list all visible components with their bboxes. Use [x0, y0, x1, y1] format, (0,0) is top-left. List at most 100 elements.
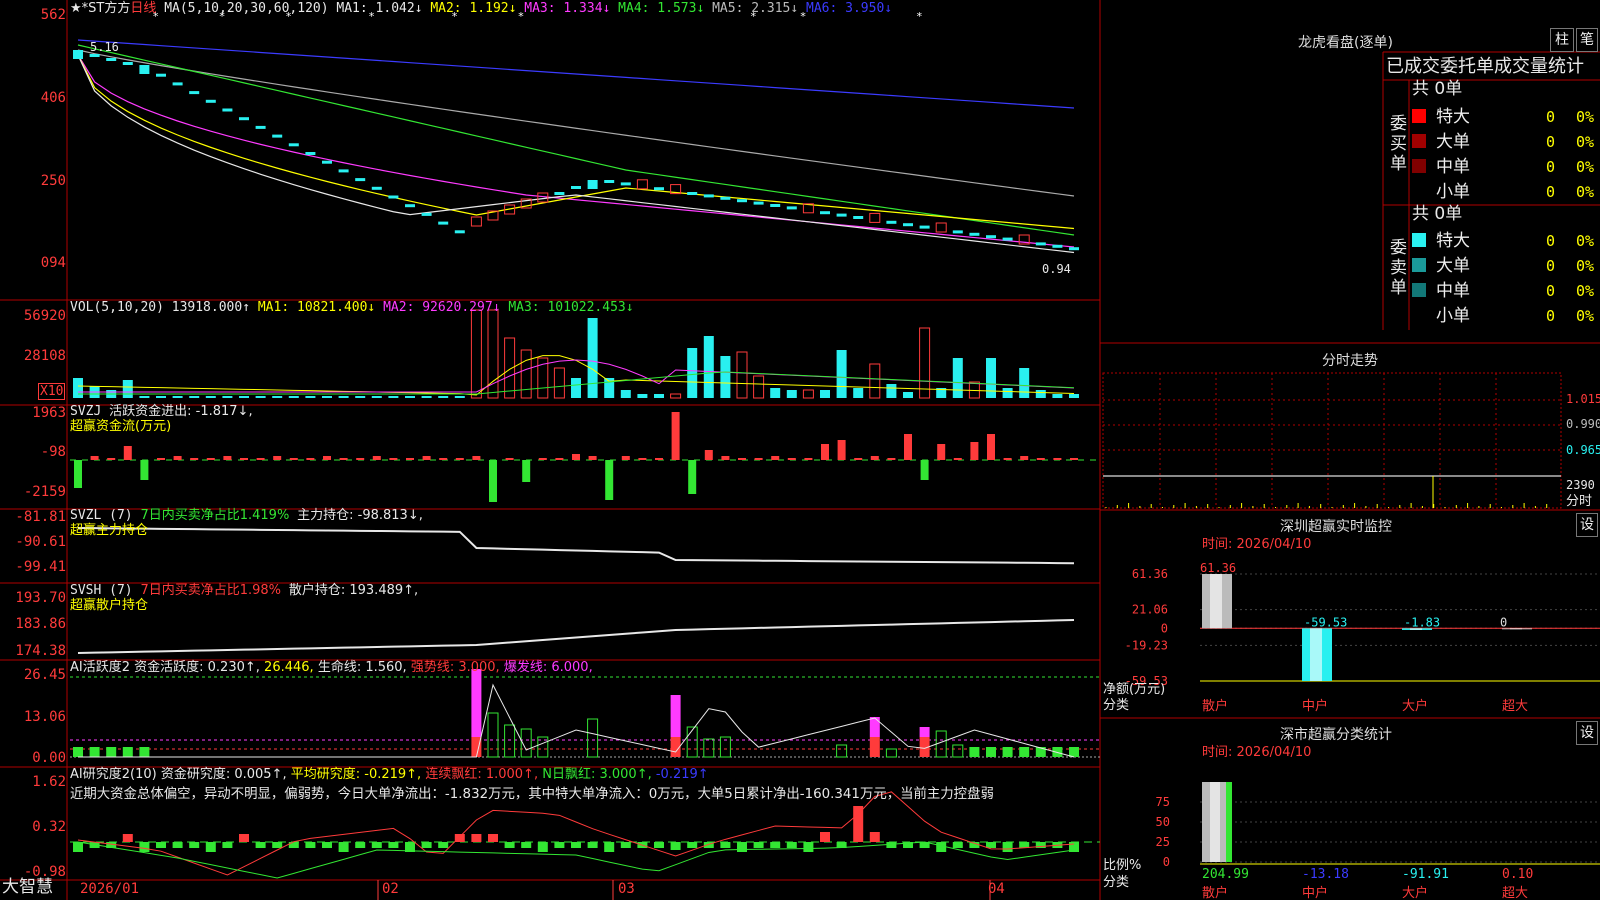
class-value: 0.10 [1502, 867, 1533, 882]
ai1-bar-high-base [869, 737, 880, 757]
ma5-line [77, 49, 1075, 197]
intraday-title[interactable]: 分时走势 [1322, 350, 1378, 370]
vol-bar-down [205, 396, 216, 398]
vol-unit-badge[interactable]: X10 [38, 383, 66, 400]
order-row-name: 小单 [1436, 182, 1470, 202]
ai1-value-b: 26.446, [264, 660, 314, 675]
ai2-bar [521, 842, 532, 848]
vol-header: VOL(5,10,20) 13918.000↑ MA1: 10821.400↓ … [70, 300, 634, 315]
ai1-burst-line: 爆发线: 6.000, [503, 660, 593, 675]
class-value: 204.99 [1202, 867, 1249, 882]
kline-candle-down [421, 212, 432, 216]
class-title: 深市超赢分类统计 [1280, 727, 1392, 743]
ai1-bar-mid [686, 726, 698, 758]
svzl-hold: 主力持仓: -98.813↓, [297, 508, 423, 523]
ai1-bar-mid [587, 718, 599, 758]
vol-bar-down [820, 390, 830, 398]
svzj-bar [1070, 458, 1078, 460]
ai2-average: 平均研究度: -0.219↑, [290, 767, 422, 782]
svzl-pct: 7日内买卖净占比1.419% [140, 508, 290, 523]
vol-bar-down [122, 380, 133, 398]
vol-bar-up [802, 389, 814, 399]
ai2-bar [670, 842, 681, 850]
stock-title[interactable]: ★*ST方方 [70, 1, 130, 16]
ai1-bar-high [471, 669, 482, 737]
class-category: 超大 [1502, 886, 1528, 900]
ai2-bar [355, 842, 366, 848]
kline-period-label[interactable]: 日线 [130, 1, 156, 16]
order-color-box [1412, 134, 1426, 148]
svzj-bar [240, 458, 248, 460]
intraday-tick: 1.015 [1566, 392, 1600, 406]
kline-candle-down [571, 186, 581, 189]
svzj-bar [1020, 456, 1029, 460]
svzl-line [77, 527, 1075, 565]
order-row-count: 0 [1546, 282, 1555, 300]
monitor-xlabel: 分类 [1103, 698, 1130, 713]
order-row-pct: 0% [1576, 232, 1594, 250]
svzj-bar [538, 458, 547, 460]
order-row-count: 0 [1546, 108, 1555, 126]
order-row-count: 0 [1546, 307, 1555, 325]
ai2-header: AI研究度2(10) 资金研究度: 0.005↑, 平均研究度: -0.219↑… [70, 767, 709, 782]
ai1-bar-high [670, 695, 681, 737]
ma3-value: MA3: 1.334↓ [524, 1, 611, 16]
vol-bar-down [355, 396, 366, 398]
class-time: 时间: 2026/04/10 [1202, 745, 1312, 760]
vol-bar-down [587, 318, 598, 398]
svzj-bar [389, 458, 398, 460]
kline-candle-up [935, 222, 947, 233]
svzj-bar [173, 456, 182, 460]
y-tick: 0.00 [32, 750, 66, 766]
svzj-bar [455, 458, 464, 460]
svzj-bar [406, 458, 414, 460]
ai2-n-day-red: N日飘红: 3.000↑, [542, 767, 652, 782]
vol-bar-down [1052, 394, 1063, 398]
svzj-bar [904, 434, 912, 460]
ai1-title: AI活跃度2 [70, 660, 130, 675]
svzj-bar [323, 456, 331, 460]
svzj-bar [256, 458, 265, 460]
order-row-pct: 0% [1576, 108, 1594, 126]
class-value: -91.91 [1402, 867, 1449, 882]
ai1-bar-high [919, 727, 930, 737]
order-row-count: 0 [1546, 183, 1555, 201]
monitor-value: -59.53 [1304, 615, 1347, 629]
kline-candle-up [869, 212, 881, 223]
kline-candle-down [1035, 242, 1046, 246]
svzj-bar [223, 456, 232, 460]
svzj-bar [157, 458, 165, 460]
ai2-bar [272, 842, 283, 848]
ai2-bar [720, 842, 731, 848]
ai2-bar [139, 842, 150, 852]
tick-mode-button[interactable]: 笔 [1576, 28, 1598, 52]
ai2-bar [156, 842, 166, 848]
intraday-vol-label: 分时 [1566, 494, 1593, 509]
vol-bar-down [637, 394, 648, 398]
ai2-bar [620, 842, 631, 848]
ma3-line [77, 54, 1075, 248]
svzj-bar [107, 458, 116, 460]
vol-bar-down [720, 356, 731, 398]
chart-canvas[interactable]: 61.3621.060-19.23-59.5361.36散户-59.53中户-1… [0, 0, 1600, 900]
svzj-bar [970, 442, 979, 460]
y-tick: 250 [40, 173, 66, 189]
svzj-bar [588, 456, 597, 460]
ai2-line-red [77, 791, 1075, 876]
bar-mode-button[interactable]: 柱 [1550, 28, 1574, 52]
vol-bar-up [753, 375, 765, 399]
svzj-bar [190, 458, 199, 460]
kline-candle-down [322, 160, 332, 164]
kline-candle-down [836, 213, 847, 217]
ai2-bar [488, 834, 498, 842]
vol-bar-down [272, 396, 283, 398]
vol-bar-down [786, 390, 797, 398]
vol-bar-down [305, 396, 316, 398]
order-stats-tab[interactable]: 已成交委托单成交量统计 [1386, 56, 1584, 78]
svzl-title: SVZL (7) [70, 508, 133, 523]
monitor-settings-button[interactable]: 设 [1576, 513, 1598, 537]
monitor-category: 超大 [1502, 699, 1528, 714]
class-settings-button[interactable]: 设 [1576, 721, 1598, 745]
svzj-bar [854, 458, 863, 460]
svzj-bar [953, 458, 962, 460]
